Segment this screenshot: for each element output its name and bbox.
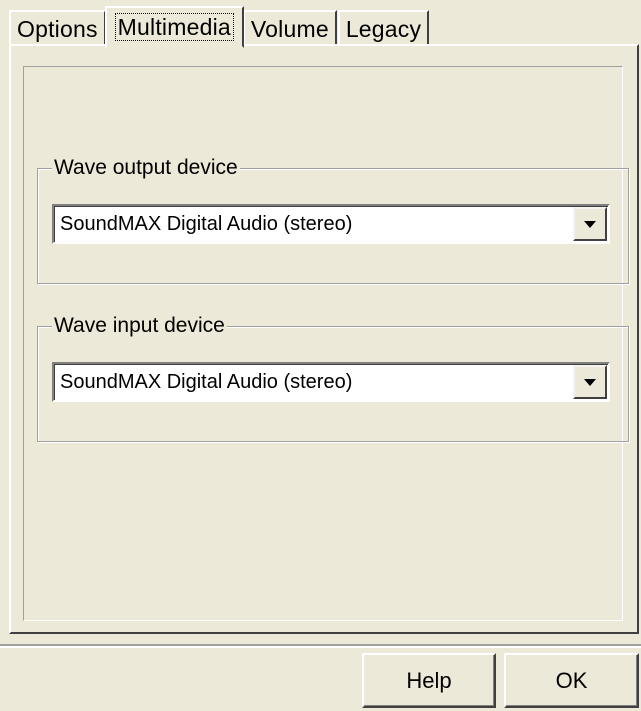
wave-output-device-select[interactable]: SoundMAX Digital Audio (stereo): [52, 204, 610, 244]
ok-button[interactable]: OK: [504, 653, 639, 708]
wave-output-legend: Wave output device: [52, 154, 240, 182]
wave-input-device-value: SoundMAX Digital Audio (stereo): [60, 371, 353, 393]
wave-output-dropdown-button[interactable]: [573, 207, 607, 241]
tab-options[interactable]: Options: [9, 10, 106, 46]
wave-input-group: Wave input device SoundMAX Digital Audio…: [37, 312, 629, 442]
tab-multimedia-label: Multimedia: [114, 13, 234, 41]
wave-input-legend: Wave input device: [52, 312, 227, 340]
tab-legacy-label: Legacy: [345, 15, 422, 42]
tab-multimedia[interactable]: Multimedia: [104, 6, 244, 48]
wave-output-group: Wave output device SoundMAX Digital Audi…: [37, 154, 629, 284]
tab-volume-label: Volume: [250, 15, 329, 42]
chevron-down-icon: [584, 220, 596, 228]
tab-strip: Options Multimedia Volume Legacy: [9, 4, 430, 48]
tab-volume[interactable]: Volume: [242, 10, 337, 46]
chevron-down-icon: [584, 378, 596, 386]
wave-output-device-value: SoundMAX Digital Audio (stereo): [60, 213, 353, 235]
tab-legacy[interactable]: Legacy: [337, 10, 430, 46]
bottom-separator: [0, 644, 641, 648]
multimedia-properties-dialog: Options Multimedia Volume Legacy Wave ou…: [0, 0, 641, 711]
wave-input-device-select[interactable]: SoundMAX Digital Audio (stereo): [52, 362, 610, 402]
help-button[interactable]: Help: [362, 653, 496, 708]
tab-options-label: Options: [17, 15, 98, 42]
wave-input-dropdown-button[interactable]: [573, 365, 607, 399]
